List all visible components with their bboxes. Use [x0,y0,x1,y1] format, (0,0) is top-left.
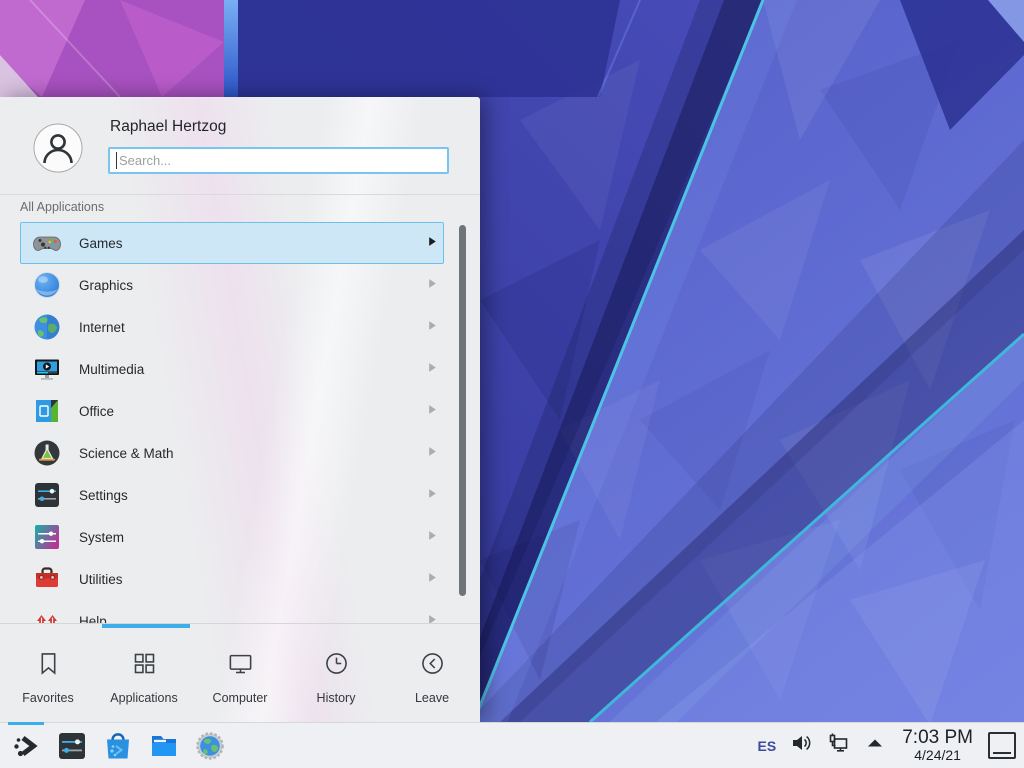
submenu-arrow-icon [428,360,437,378]
network-icon[interactable] [826,731,850,760]
category-row-system[interactable]: System [20,516,444,558]
category-row-science-math[interactable]: Science & Math [20,432,444,474]
category-label: Office [79,404,428,419]
category-row-settings[interactable]: Settings [20,474,444,516]
submenu-arrow-icon [428,444,437,462]
system-tray: ES [758,728,1024,763]
history-clock-icon [323,650,350,682]
taskbar-discover[interactable] [102,730,134,762]
category-label: Multimedia [79,362,428,377]
taskbar-app-launcher[interactable] [10,730,42,762]
header-separator [0,194,480,195]
submenu-arrow-icon [428,402,437,420]
taskbar-file-manager[interactable] [148,730,180,762]
category-label: Games [79,236,428,251]
games-icon [31,227,63,259]
user-name: Raphael Hertzog [110,118,226,136]
science-icon [31,437,63,469]
category-label: Internet [79,320,428,335]
category-row-office[interactable]: Office [20,390,444,432]
user-avatar[interactable] [33,123,83,173]
submenu-arrow-icon [428,612,437,623]
volume-icon[interactable] [789,731,813,760]
category-label: Utilities [79,572,428,587]
category-list: Games Graphics Internet Multimedia Offic… [0,222,480,623]
scrollbar[interactable] [459,225,466,596]
utilities-icon [31,563,63,595]
leave-icon [419,650,446,682]
tab-computer[interactable]: Computer [192,630,288,722]
tab-label: History [317,691,356,705]
taskbar-apps [0,730,226,762]
category-row-utilities[interactable]: Utilities [20,558,444,600]
taskbar-system-settings[interactable] [56,730,88,762]
keyboard-layout-indicator[interactable]: ES [758,738,777,754]
submenu-arrow-icon [428,528,437,546]
submenu-arrow-icon [428,318,437,336]
application-launcher-menu: Raphael Hertzog All Applications Games G… [0,97,480,722]
active-tab-indicator [102,624,190,628]
category-row-games[interactable]: Games [20,222,444,264]
dolphin-icon [148,749,180,766]
tab-applications[interactable]: Applications [96,630,192,722]
category-label: Graphics [79,278,428,293]
submenu-arrow-icon [428,486,437,504]
submenu-arrow-icon [428,570,437,588]
kickoff-icon [10,749,42,766]
category-label: System [79,530,428,545]
multimedia-icon [31,353,63,385]
tab-leave[interactable]: Leave [384,630,480,722]
tray-expand-arrow-icon[interactable] [863,731,887,760]
category-row-multimedia[interactable]: Multimedia [20,348,444,390]
systemsettings-icon [56,749,88,766]
category-row-graphics[interactable]: Graphics [20,264,444,306]
desktop: Raphael Hertzog All Applications Games G… [0,0,1024,768]
section-label: All Applications [20,200,104,214]
tab-label: Favorites [22,691,73,705]
graphics-icon [31,269,63,301]
internet-icon [31,311,63,343]
tab-history[interactable]: History [288,630,384,722]
show-desktop-button[interactable] [988,732,1016,759]
submenu-arrow-icon [428,234,437,252]
discover-icon [102,749,134,766]
office-icon [31,395,63,427]
computer-icon [227,650,254,682]
clock[interactable]: 7:03 PM 4/24/21 [902,728,973,763]
settings-icon [31,479,63,511]
text-cursor [116,152,117,169]
tab-label: Applications [110,691,177,705]
konqueror-icon [194,749,226,766]
taskbar: ES [0,722,1024,768]
category-label: Help [79,614,428,624]
taskbar-web-browser[interactable] [194,730,226,762]
system-icon [31,521,63,553]
category-label: Science & Math [79,446,428,461]
category-label: Settings [79,488,428,503]
tab-label: Leave [415,691,449,705]
tabbar: Favorites Applications Computer History … [0,630,480,722]
category-row-internet[interactable]: Internet [20,306,444,348]
tabbar-separator [0,623,480,624]
tab-label: Computer [213,691,268,705]
help-icon [31,605,63,623]
search-input[interactable] [108,147,449,174]
clock-date: 4/24/21 [914,748,961,763]
submenu-arrow-icon [428,276,437,294]
tab-favorites[interactable]: Favorites [0,630,96,722]
category-row-help[interactable]: Help [20,600,444,623]
bookmark-icon [35,650,62,682]
clock-time: 7:03 PM [902,728,973,748]
applications-grid-icon [131,650,158,682]
